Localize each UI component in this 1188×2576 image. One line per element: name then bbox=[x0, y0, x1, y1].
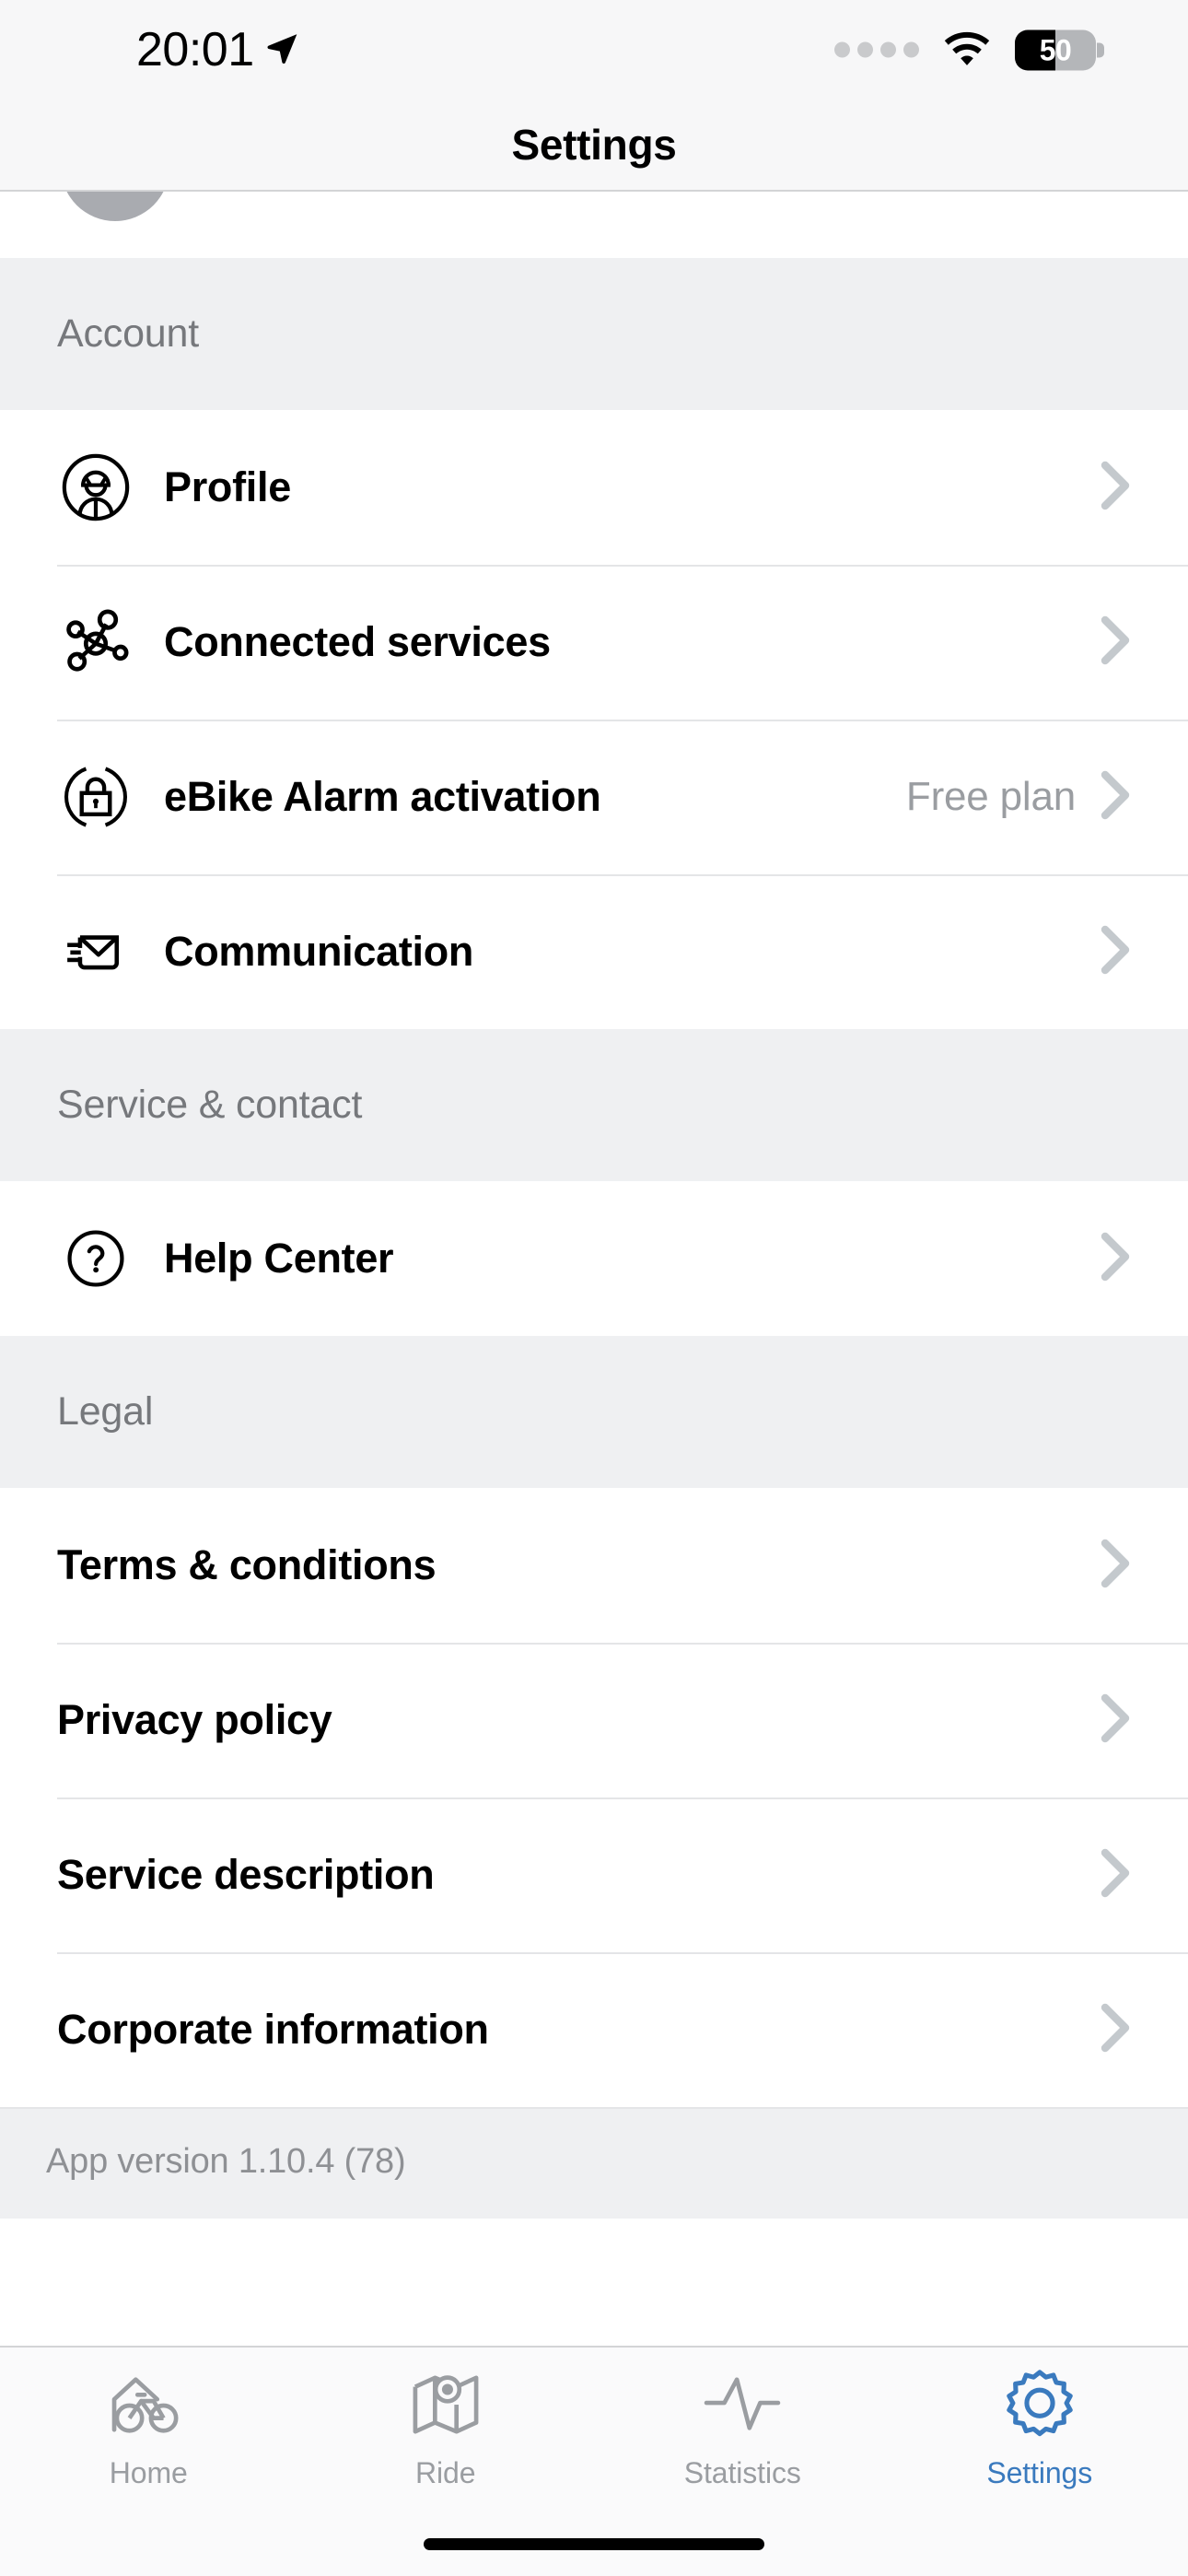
home-bike-icon bbox=[107, 2368, 190, 2443]
settings-list[interactable]: Account Profile Connected services eBike… bbox=[0, 192, 1188, 2346]
row-label: Communication bbox=[164, 928, 474, 975]
chevron-right-icon bbox=[1100, 1847, 1131, 1903]
row-label: Corporate information bbox=[57, 2006, 489, 2053]
group-account: Profile Connected services eBike Alarm a… bbox=[0, 410, 1188, 1029]
location-arrow-icon bbox=[263, 29, 300, 71]
tab-label: Statistics bbox=[683, 2456, 801, 2489]
chevron-right-icon bbox=[1100, 1231, 1131, 1287]
tab-statistics[interactable]: Statistics bbox=[594, 2368, 891, 2490]
avatar[interactable] bbox=[61, 192, 169, 221]
row-label: Profile bbox=[164, 463, 291, 510]
app-version-label: App version 1.10.4 (78) bbox=[46, 2142, 406, 2181]
section-header-service-contact: Service & contact bbox=[0, 1029, 1188, 1181]
tab-home[interactable]: Home bbox=[0, 2368, 297, 2490]
battery-nub bbox=[1097, 42, 1104, 57]
row-label: Service description bbox=[57, 1851, 435, 1898]
row-label: eBike Alarm activation bbox=[164, 773, 601, 820]
row-terms-conditions[interactable]: Terms & conditions bbox=[0, 1488, 1188, 1643]
chevron-right-icon bbox=[1100, 2002, 1131, 2058]
row-value-plan: Free plan bbox=[905, 774, 1076, 819]
tab-label: Settings bbox=[986, 2456, 1093, 2489]
section-title: Account bbox=[57, 311, 199, 356]
chevron-right-icon bbox=[1100, 460, 1131, 516]
row-corporate-information[interactable]: Corporate information bbox=[0, 1952, 1188, 2107]
cellular-dots-icon bbox=[834, 41, 919, 58]
tab-label: Ride bbox=[415, 2456, 476, 2489]
row-profile[interactable]: Profile bbox=[0, 410, 1188, 565]
tab-ride[interactable]: Ride bbox=[297, 2368, 595, 2490]
tab-settings[interactable]: Settings bbox=[891, 2368, 1188, 2490]
wifi-icon bbox=[941, 29, 993, 72]
chevron-right-icon bbox=[1100, 924, 1131, 980]
row-communication[interactable]: Communication bbox=[0, 874, 1188, 1029]
app-version-band: App version 1.10.4 (78) bbox=[0, 2107, 1188, 2219]
network-nodes-icon bbox=[57, 603, 134, 681]
row-connected-services[interactable]: Connected services bbox=[0, 565, 1188, 720]
map-pin-icon bbox=[408, 2368, 483, 2443]
row-label: Help Center bbox=[164, 1235, 394, 1282]
chevron-right-icon bbox=[1100, 1538, 1131, 1594]
gear-icon bbox=[1002, 2368, 1077, 2443]
row-help-center[interactable]: Help Center bbox=[0, 1181, 1188, 1336]
page-title: Settings bbox=[511, 121, 677, 169]
battery-percent-label: 50 bbox=[1039, 33, 1072, 66]
question-mark-circle-icon bbox=[57, 1220, 134, 1297]
row-label: Terms & conditions bbox=[57, 1541, 437, 1588]
status-time-group: 20:01 bbox=[136, 26, 300, 74]
tab-label: Home bbox=[109, 2456, 188, 2489]
section-header-legal: Legal bbox=[0, 1336, 1188, 1488]
row-ebike-alarm-activation[interactable]: eBike Alarm activation Free plan bbox=[0, 720, 1188, 874]
group-service-contact: Help Center bbox=[0, 1181, 1188, 1336]
chevron-right-icon bbox=[1100, 615, 1131, 671]
avatar-peek-row[interactable] bbox=[0, 192, 1188, 258]
status-time: 20:01 bbox=[136, 23, 254, 76]
row-label: Connected services bbox=[164, 618, 551, 665]
settings-screen: 20:01 50 Settings Account Profile Connec… bbox=[0, 0, 1188, 2576]
status-bar: 20:01 50 bbox=[0, 0, 1188, 100]
chevron-right-icon bbox=[1100, 1692, 1131, 1749]
group-legal: Terms & conditions Privacy policy Servic… bbox=[0, 1488, 1188, 2107]
battery-indicator: 50 bbox=[1015, 29, 1104, 70]
navigation-bar: Settings bbox=[0, 100, 1188, 192]
home-indicator-area bbox=[0, 2512, 1188, 2576]
section-title: Service & contact bbox=[57, 1083, 363, 1127]
section-header-account: Account bbox=[0, 258, 1188, 410]
home-indicator[interactable] bbox=[424, 2537, 764, 2550]
row-service-description[interactable]: Service description bbox=[0, 1797, 1188, 1952]
pulse-line-icon bbox=[701, 2368, 784, 2443]
envelope-icon bbox=[57, 913, 134, 990]
row-privacy-policy[interactable]: Privacy policy bbox=[0, 1643, 1188, 1797]
padlock-circle-icon bbox=[57, 758, 134, 836]
profile-helmet-icon bbox=[57, 449, 134, 526]
chevron-right-icon bbox=[1100, 769, 1131, 825]
section-title: Legal bbox=[57, 1389, 154, 1434]
status-indicators: 50 bbox=[834, 29, 1104, 72]
row-label: Privacy policy bbox=[57, 1696, 332, 1743]
